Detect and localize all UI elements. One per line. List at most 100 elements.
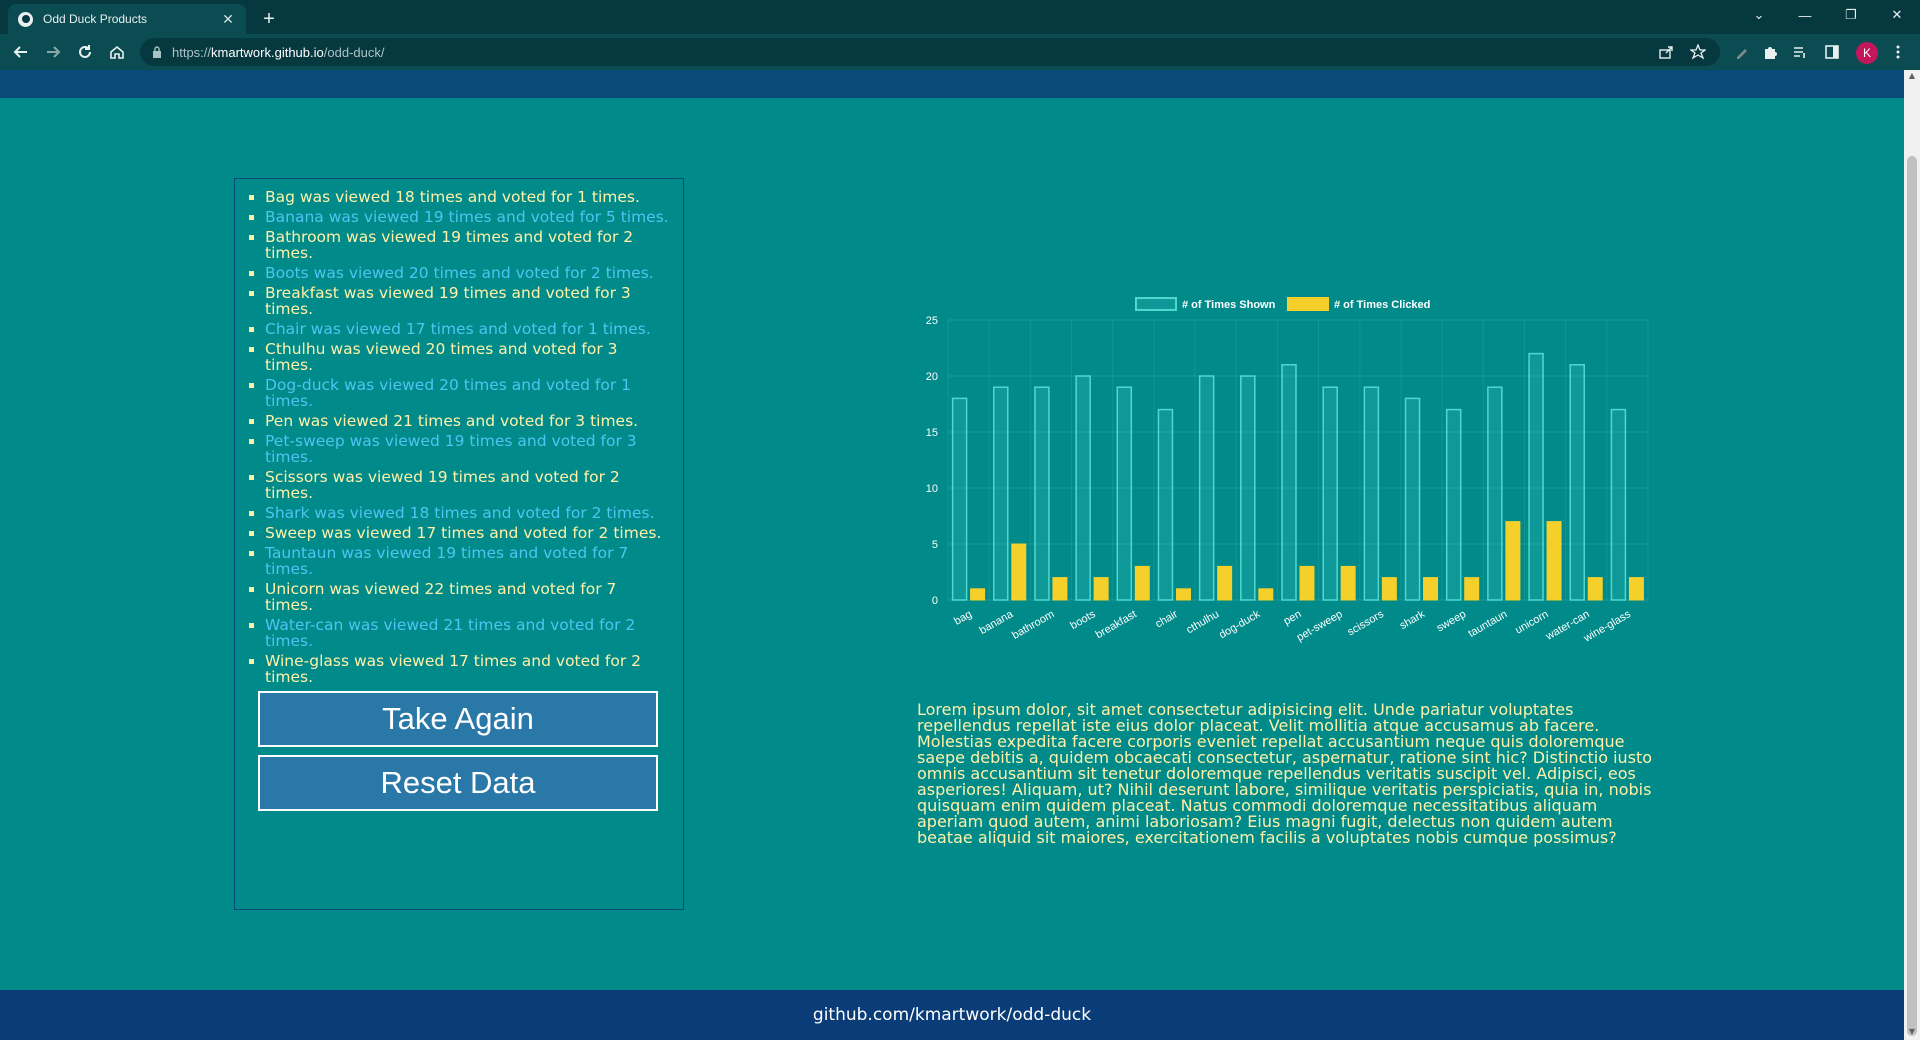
bar-shown [993,386,1009,601]
bar-clicked [1052,577,1068,601]
bar-shown [1487,386,1503,601]
bar-clicked [970,588,986,601]
y-tick-label: 25 [926,315,938,327]
result-item: Water-can was viewed 21 times and voted … [265,617,669,649]
github-favicon-icon [18,11,33,27]
bar-shown [1034,386,1050,601]
bar-shown [1610,408,1627,601]
home-icon[interactable] [104,39,130,65]
bar-clicked [1134,565,1150,601]
bar-clicked [1381,577,1397,601]
result-item: Cthulhu was viewed 20 times and voted fo… [265,341,669,373]
legend-swatch [1287,297,1329,311]
result-item: Bag was viewed 18 times and voted for 1 … [265,189,669,205]
reload-icon[interactable] [72,39,98,65]
browser-menu-icon[interactable] [1888,42,1908,62]
x-tick-label: sweep [1435,608,1469,634]
x-tick-label: boots [1068,608,1098,632]
result-item: Pen was viewed 21 times and voted for 3 … [265,413,669,429]
side-panel-icon[interactable] [1822,42,1842,62]
x-tick-label: pet-sweep [1295,608,1345,644]
bar-clicked [1423,577,1439,601]
x-tick-label: breakfast [1094,608,1139,641]
bar-shown [1075,375,1091,601]
y-tick-label: 5 [932,539,938,551]
github-repo-link[interactable]: github.com/kmartwork/odd-duck [813,1005,1091,1025]
bar-shown [951,397,968,601]
tab-close-icon[interactable]: ✕ [220,11,236,27]
result-item: Sweep was viewed 17 times and voted for … [265,525,669,541]
close-window-button[interactable]: ✕ [1874,0,1920,30]
profile-avatar[interactable]: K [1856,42,1878,64]
legend-label: # of Times Shown [1182,299,1276,311]
bar-shown [1528,352,1544,601]
media-queue-icon[interactable] [1790,42,1810,62]
new-tab-button[interactable]: + [256,6,282,32]
reset-data-button[interactable]: Reset Data [258,755,658,811]
page-header-bar [0,70,1904,98]
bar-shown [1157,408,1174,601]
take-again-button[interactable]: Take Again [258,691,658,747]
bookmark-star-icon[interactable] [1688,42,1708,62]
x-tick-label: pen [1282,608,1304,628]
scrollbar-thumb[interactable] [1907,156,1917,1036]
bar-clicked [1628,577,1644,601]
result-item: Tauntaun was viewed 19 times and voted f… [265,545,669,577]
url-path: /odd-duck/ [323,44,385,60]
extensions-puzzle-icon[interactable] [1760,42,1780,62]
result-item: Bathroom was viewed 19 times and voted f… [265,229,669,261]
page-scrollbar[interactable]: ▲ ▼ [1904,70,1920,1040]
bar-clicked [1258,588,1274,601]
bar-clicked [1546,521,1562,601]
x-tick-label: scissors [1345,608,1386,639]
bar-shown [1445,408,1462,601]
tab-search-icon[interactable]: ⌄ [1736,0,1782,30]
votes-chart: 0 5 10 15 20 25 bag banana bathroom boots breakfas… [900,290,1660,680]
x-tick-label: bag [952,608,974,628]
minimize-button[interactable]: — [1782,0,1828,30]
back-icon[interactable] [8,39,34,65]
restore-button[interactable]: ❐ [1828,0,1874,30]
lorem-paragraph: Lorem ipsum dolor, sit amet consectetur … [917,700,1653,847]
extension-pen-icon[interactable] [1732,42,1752,62]
tab-title: Odd Duck Products [43,12,148,26]
result-item: Breakfast was viewed 19 times and voted … [265,285,669,317]
x-tick-label: dog-duck [1217,608,1263,641]
bar-shown [1240,375,1256,601]
result-item: Pet-sweep was viewed 19 times and voted … [265,433,669,465]
result-item: Chair was viewed 17 times and voted for … [265,321,669,337]
x-tick-label: chair [1153,608,1180,630]
share-icon[interactable] [1656,42,1676,62]
bar-clicked [1093,577,1109,601]
bar-shown [1198,375,1215,601]
x-tick-label: wine-glass [1581,608,1633,645]
y-tick-label: 0 [932,595,938,607]
browser-tab[interactable]: Odd Duck Products ✕ [8,4,246,34]
url-scheme: https:// [172,44,212,60]
forward-icon[interactable] [40,39,66,65]
y-tick-label: 15 [926,427,938,439]
url-host: kmartwork.github.io [211,44,324,60]
page-footer: github.com/kmartwork/odd-duck [0,990,1904,1040]
bar-shown [1363,386,1380,601]
result-item: Dog-duck was viewed 20 times and voted f… [265,377,669,409]
result-item: Shark was viewed 18 times and voted for … [265,505,669,521]
result-item: Unicorn was viewed 22 times and voted fo… [265,581,669,613]
legend-swatch [1135,297,1177,311]
y-tick-label: 10 [926,483,938,495]
address-bar[interactable]: https://kmartwork.github.io/odd-duck/ [140,38,1720,66]
bar-shown [1116,386,1133,601]
bar-clicked [1505,521,1521,601]
bar-clicked [1340,565,1356,601]
bar-shown [1322,386,1338,601]
scroll-up-icon[interactable]: ▲ [1908,72,1916,80]
result-item: Banana was viewed 19 times and voted for… [265,209,669,225]
x-tick-label: shark [1398,608,1428,632]
bar-clicked [1464,577,1480,601]
browser-toolbar: https://kmartwork.github.io/odd-duck/ K [0,34,1920,70]
bar-shown [1281,364,1297,601]
result-item: Scissors was viewed 19 times and voted f… [265,469,669,501]
y-tick-label: 20 [926,371,938,383]
bar-shown [1569,364,1585,601]
scroll-down-icon[interactable]: ▼ [1908,1028,1916,1036]
